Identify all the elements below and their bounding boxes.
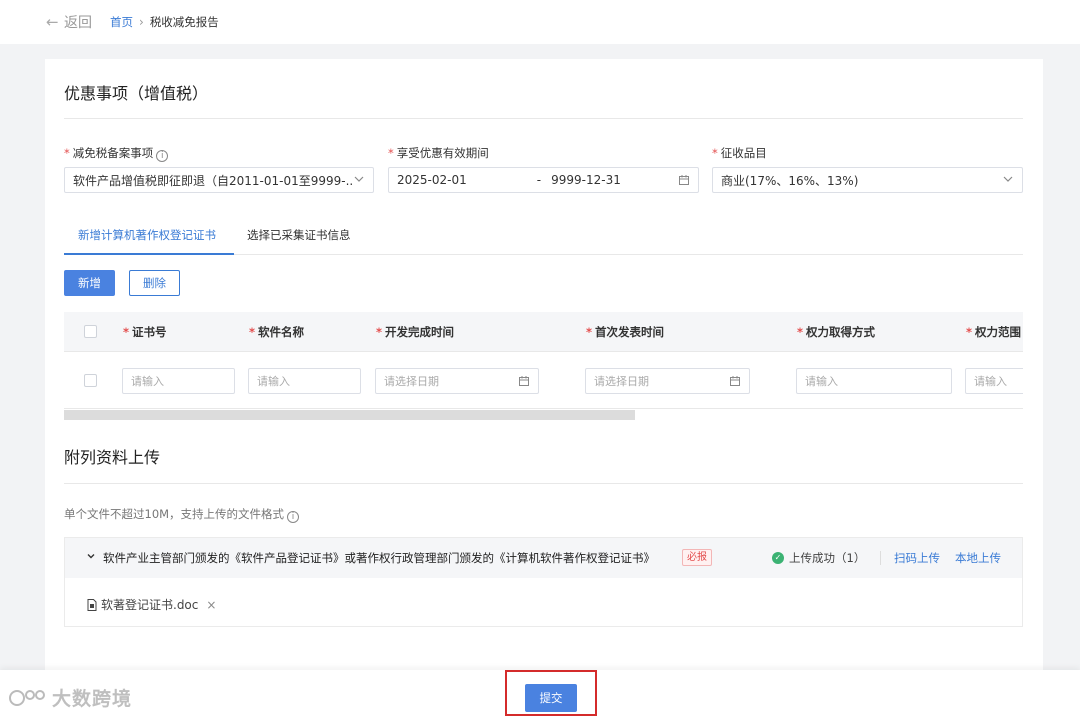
scrollbar-thumb[interactable] [64,410,635,420]
certificate-tabs: 新增计算机著作权登记证书 选择已采集证书信息 [64,222,1023,255]
watermark: 大数跨境 [8,684,132,711]
section-divider [64,483,1023,484]
breadcrumb-current: 税收减免报告 [149,15,219,29]
upload-item-panel: 软件产业主管部门颁发的《软件产品登记证书》或著作权行政管理部门颁发的《计算机软件… [64,537,1023,627]
filing-item-select[interactable]: 软件产品增值税即征即退（自2011-01-01至9999-... [64,167,374,193]
submit-button[interactable]: 提交 [525,684,577,712]
chevron-down-icon [1003,176,1013,182]
calendar-icon [679,175,689,185]
first-publish-date-picker[interactable]: 请选择日期 [585,368,750,394]
top-bar: ← 返回 首页 › 税收减免报告 [0,0,1080,44]
valid-period-end: 9999-12-31 [551,173,621,187]
upload-section-title: 附列资料上传 [64,448,161,467]
software-name-input[interactable]: 请输入 [248,368,361,394]
breadcrumb-home-link[interactable]: 首页 [110,14,133,30]
tax-item-label: * 征收品目 [712,146,767,160]
active-tab-indicator [64,253,234,255]
dev-complete-date-picker[interactable]: 请选择日期 [375,368,539,394]
table-horizontal-scrollbar[interactable] [64,410,1023,420]
back-button[interactable]: ← 返回 [46,12,92,32]
caret-down-icon[interactable] [85,550,97,562]
column-header: * 权力范围 [966,325,1022,339]
add-button[interactable]: 新增 [64,270,115,296]
rights-acquisition-input[interactable]: 请输入 [796,368,952,394]
valid-period-label: * 享受优惠有效期间 [388,146,489,160]
column-header: * 软件名称 [249,325,305,339]
valid-period-separator: - [536,173,542,187]
main-card: 优惠事项（增值税） * 减免税备案事项 i * 享受优惠有效期间 * 征收品目 软件产品… [45,59,1043,679]
tax-item-select[interactable]: 商业(17%、16%、13%) [712,167,1023,193]
vat-section-title: 优惠事项（增值税） [64,84,209,103]
info-icon[interactable]: i [156,150,169,162]
breadcrumb-separator: › [139,15,144,29]
uploaded-file: 软著登记证书.doc × [87,596,216,613]
file-icon [87,598,97,611]
info-icon[interactable]: i [287,511,300,523]
column-header: * 开发完成时间 [376,325,455,339]
back-label: 返回 [64,15,92,31]
table-header: * 证书号 * 软件名称 * 开发完成时间 * 首次发表时间 * 权力取得方式 * 权力范围 [64,312,1023,352]
select-all-checkbox[interactable] [84,325,97,338]
valid-period-start: 2025-02-01 [397,173,467,187]
valid-period-range-picker[interactable]: 2025-02-01 - 9999-12-31 [388,167,699,193]
upload-hint: 单个文件不超过10M，支持上传的文件格式 i [64,506,300,523]
section-divider [64,118,1023,119]
watermark-logo-icon [9,689,45,706]
calendar-icon [519,376,529,386]
delete-button[interactable]: 删除 [129,270,180,296]
column-header: * 权力取得方式 [797,325,876,339]
chevron-down-icon [354,176,364,182]
tab-add-certificate[interactable]: 新增计算机著作权登记证书 [78,227,216,243]
tab-select-collected[interactable]: 选择已采集证书信息 [247,227,351,243]
close-icon[interactable]: × [206,598,216,612]
back-arrow-icon: ← [46,13,59,31]
vertical-divider [880,551,881,565]
check-circle-icon: ✓ [772,552,784,564]
column-header: * 证书号 [123,325,167,339]
required-badge: 必报 [682,549,712,566]
uploaded-file-name[interactable]: 软著登记证书.doc [101,596,198,613]
table-row: 请输入 请输入 请选择日期 请选择日期 请输入 请输入 [64,353,1023,409]
scan-upload-link[interactable]: 扫码上传 [894,550,940,566]
rights-scope-input[interactable]: 请输入 [965,368,1023,394]
upload-item-header[interactable]: 软件产业主管部门颁发的《软件产品登记证书》或著作权行政管理部门颁发的《计算机软件… [65,538,1022,578]
upload-status: ✓ 上传成功（1） [772,550,865,566]
column-header: * 首次发表时间 [586,325,665,339]
row-checkbox[interactable] [84,374,97,387]
certificate-number-input[interactable]: 请输入 [122,368,235,394]
local-upload-link[interactable]: 本地上传 [955,550,1001,566]
breadcrumb: 首页 › 税收减免报告 [110,14,219,30]
upload-item-title: 软件产业主管部门颁发的《软件产品登记证书》或著作权行政管理部门颁发的《计算机软件… [103,551,655,565]
filing-item-label: * 减免税备案事项 i [64,145,169,162]
calendar-icon [730,376,740,386]
